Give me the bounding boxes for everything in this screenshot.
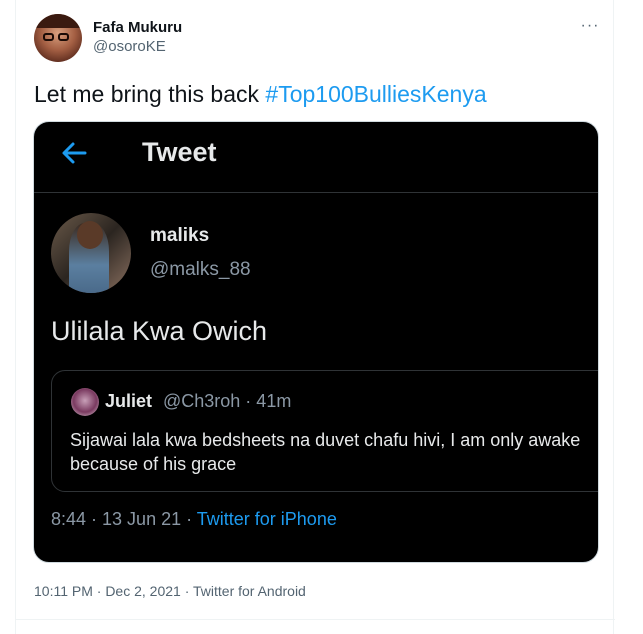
- inner-author-name: maliks: [150, 225, 210, 246]
- quote-author-name: Juliet: [105, 391, 153, 411]
- author-display-name[interactable]: Fafa Mukuru: [93, 19, 182, 36]
- inner-author-avatar: [51, 213, 131, 293]
- quote-author-avatar: [71, 388, 99, 416]
- inner-footer-source: Twitter for iPhone: [196, 509, 337, 529]
- arrow-left-icon: [62, 142, 87, 164]
- quote-line-1: Sijawai lala kwa bedsheets na duvet chaf…: [70, 430, 581, 450]
- inner-tweet-footer: 8:44 · 13 Jun 21 · Twitter for iPhone: [51, 509, 337, 530]
- inner-author-handle: @malks_88: [150, 259, 251, 280]
- quoted-tweet: Juliet @Ch3roh · 41m Sijawai lala kwa be…: [51, 370, 598, 492]
- quote-handle-time: @Ch3roh · 41m: [163, 391, 292, 411]
- attached-screenshot[interactable]: Tweet maliks @malks_88 Ulilala Kwa Owich…: [33, 121, 599, 563]
- glasses-icon: [43, 33, 73, 41]
- header-divider: [34, 192, 598, 193]
- tweet-timestamp[interactable]: 10:11 PM · Dec 2, 2021 · Twitter for And…: [34, 583, 306, 599]
- screen-title: Tweet: [142, 137, 217, 167]
- quote-text: Sijawai lala kwa bedsheets na duvet chaf…: [70, 428, 598, 476]
- more-horizontal-icon[interactable]: ···: [578, 14, 602, 38]
- author-avatar[interactable]: [34, 14, 82, 62]
- quote-line-2: because of his grace: [70, 454, 237, 474]
- bottom-divider: [16, 619, 615, 620]
- author-handle[interactable]: @osoroKE: [93, 38, 166, 55]
- inner-footer-time: 8:44 · 13 Jun 21 ·: [51, 509, 197, 529]
- tweet-text: Let me bring this back #Top100BulliesKen…: [34, 81, 487, 108]
- inner-tweet-text: Ulilala Kwa Owich: [51, 316, 268, 346]
- hashtag-link[interactable]: #Top100BulliesKenya: [265, 81, 486, 107]
- tweet-card: Fafa Mukuru @osoroKE ··· Let me bring th…: [15, 0, 615, 634]
- tweet-body: Let me bring this back: [34, 81, 266, 107]
